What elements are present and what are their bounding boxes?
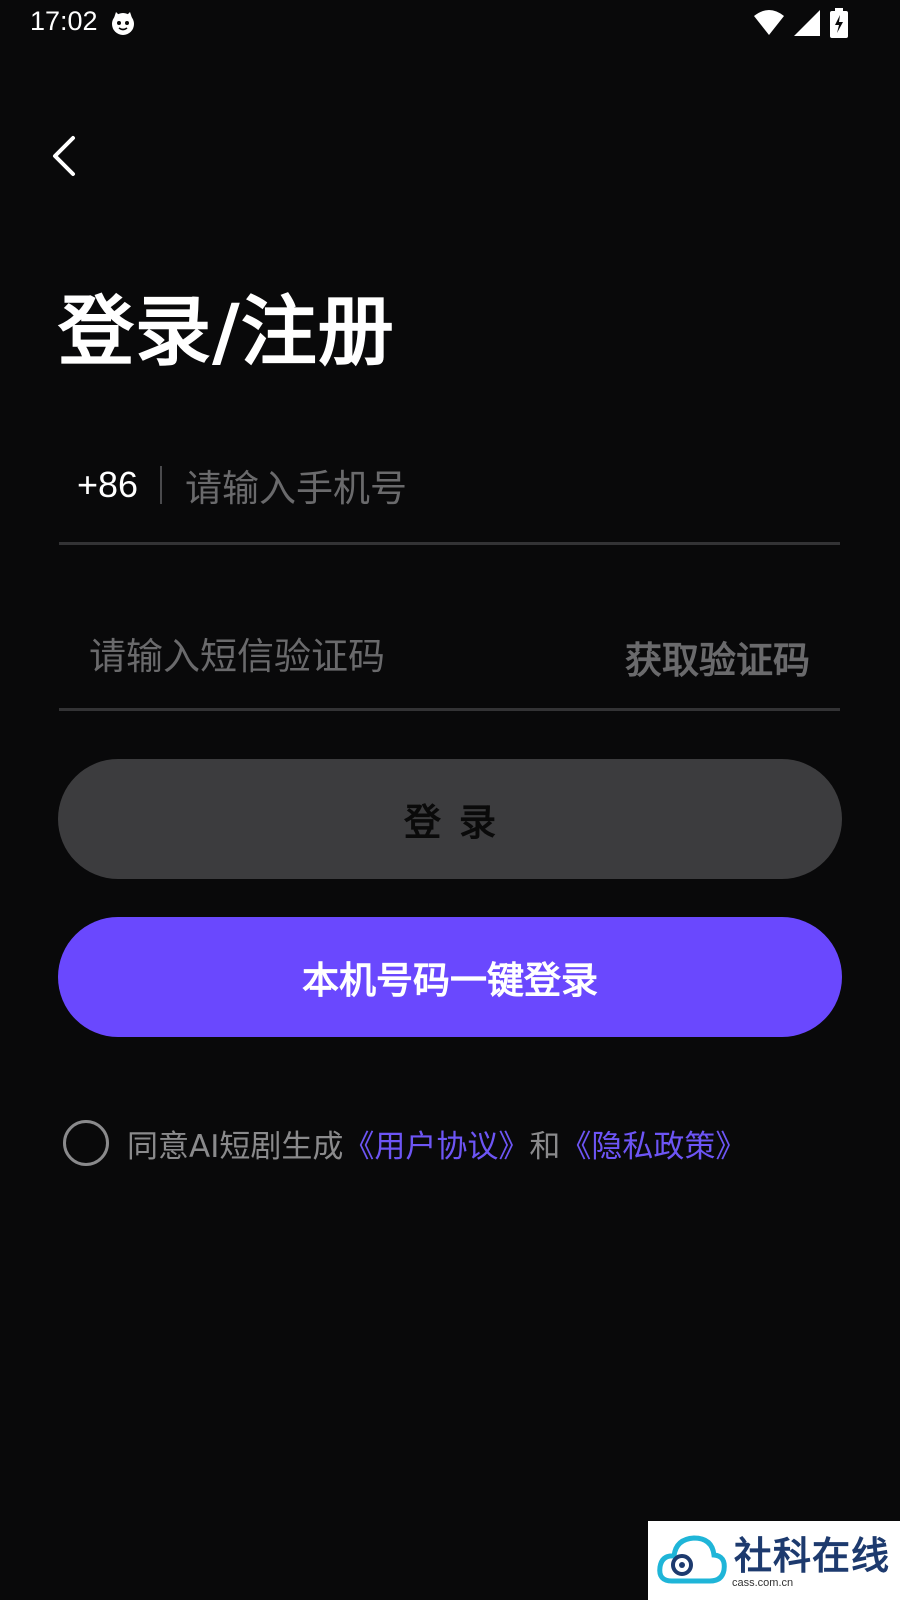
login-button[interactable]: 登录 bbox=[58, 759, 842, 879]
watermark-text: 社科在线 bbox=[734, 1534, 891, 1578]
agreement-conjunction: 和 bbox=[529, 1128, 561, 1165]
wifi-icon bbox=[754, 10, 784, 35]
chevron-left-icon bbox=[53, 136, 75, 176]
one-tap-login-button[interactable]: 本机号码一键登录 bbox=[58, 917, 842, 1037]
notification-cat-icon bbox=[112, 12, 134, 35]
status-bar: 17:02 bbox=[0, 0, 900, 46]
country-code-selector[interactable]: +86 bbox=[77, 464, 138, 506]
user-agreement-link[interactable]: 《用户协议》 bbox=[343, 1121, 529, 1166]
phone-field-row: +86 bbox=[59, 460, 840, 545]
sms-code-input[interactable] bbox=[89, 626, 569, 686]
watermark: 社科在线 cass.com.cn bbox=[648, 1521, 900, 1600]
page-title: 登录/注册 bbox=[58, 287, 395, 376]
status-icons bbox=[754, 8, 848, 38]
back-button[interactable] bbox=[40, 130, 88, 182]
code-field-row: 获取验证码 bbox=[59, 626, 840, 711]
login-screen: 17:02 登录/注册 +86 请输入手机号 请输入短信验证码 获取验证码 登录… bbox=[0, 0, 900, 1600]
one-tap-login-label: 本机号码一键登录 bbox=[302, 959, 598, 1002]
privacy-policy-link[interactable]: 《隐私政策》 bbox=[560, 1121, 746, 1166]
phone-input[interactable] bbox=[185, 460, 825, 516]
watermark-subtext: cass.com.cn bbox=[732, 1577, 794, 1589]
login-button-label: 登录 bbox=[404, 801, 514, 844]
get-code-button[interactable]: 获取验证码 bbox=[625, 630, 810, 684]
cellular-signal-icon bbox=[794, 10, 820, 36]
battery-charging-icon bbox=[830, 8, 848, 38]
status-time: 17:02 bbox=[30, 6, 98, 36]
agreement-row: 同意AI短剧生成 《用户协议》 和 《隐私政策》 bbox=[63, 1117, 746, 1169]
agreement-checkbox[interactable] bbox=[63, 1120, 109, 1166]
agreement-prefix: 同意AI短剧生成 bbox=[127, 1128, 344, 1165]
divider bbox=[160, 466, 162, 504]
cloud-eye-logo-icon bbox=[657, 1535, 727, 1584]
